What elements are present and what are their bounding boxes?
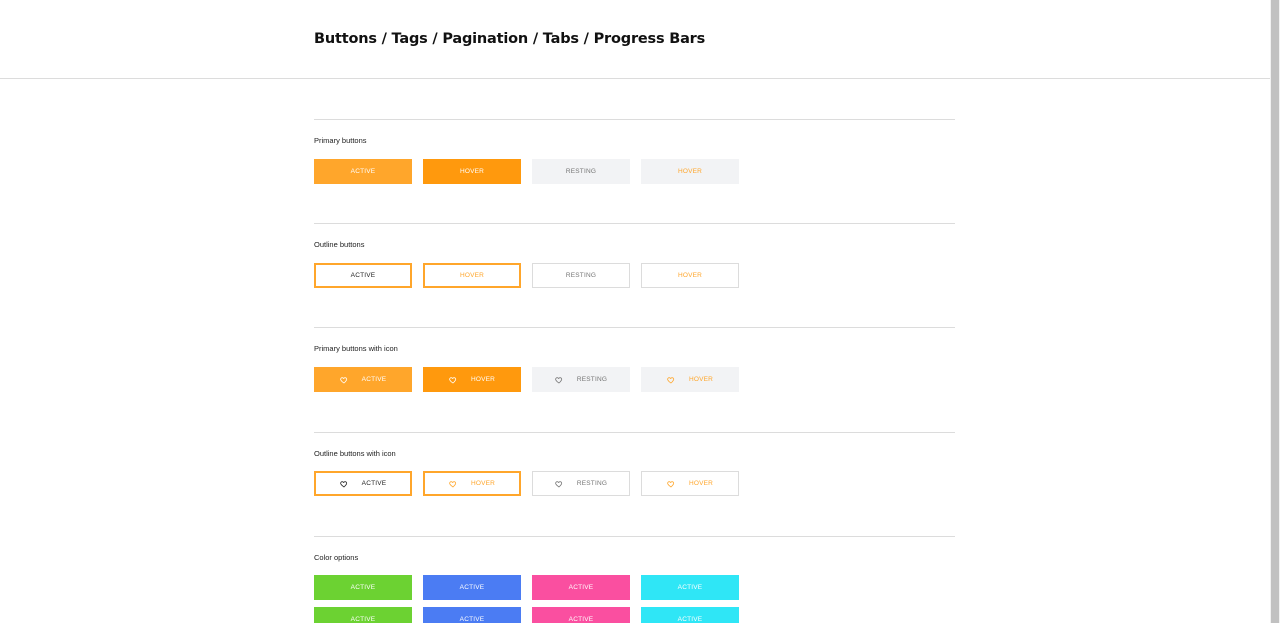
button-label: HOVER bbox=[688, 376, 714, 383]
divider bbox=[314, 223, 955, 224]
pink-active-button[interactable]: ACTIVE bbox=[532, 607, 630, 623]
pink-active-button[interactable]: ACTIVE bbox=[532, 575, 630, 600]
section-title: Outline buttons with icon bbox=[314, 449, 396, 458]
outline-active-button[interactable]: ACTIVE bbox=[314, 263, 412, 288]
primary-hover-button[interactable]: HOVER bbox=[423, 159, 521, 184]
primary-icon-resting-button[interactable]: RESTING bbox=[532, 367, 630, 392]
section-title: Outline buttons bbox=[314, 240, 365, 249]
blue-active-button[interactable]: ACTIVE bbox=[423, 607, 521, 623]
heart-icon bbox=[667, 376, 675, 384]
outline-icon-active-button[interactable]: ACTIVE bbox=[314, 471, 412, 496]
primary-hover-alt-button[interactable]: HOVER bbox=[641, 159, 739, 184]
heart-icon bbox=[667, 480, 675, 488]
scrollbar-thumb[interactable] bbox=[1271, 0, 1279, 623]
heart-icon bbox=[449, 376, 457, 384]
section-title: Color options bbox=[314, 553, 359, 562]
section-primary-icon-buttons: Primary buttons with icon ACTIVE HOVER R… bbox=[314, 327, 955, 407]
blue-active-button[interactable]: ACTIVE bbox=[423, 575, 521, 600]
button-label: ACTIVE bbox=[361, 480, 387, 487]
button-label: RESTING bbox=[576, 480, 608, 487]
outline-icon-hover-button[interactable]: HOVER bbox=[423, 471, 521, 496]
section-title: Primary buttons with icon bbox=[314, 344, 398, 353]
section-outline-buttons: Outline buttons ACTIVE HOVER RESTING HOV… bbox=[314, 223, 955, 303]
primary-icon-hover-button[interactable]: HOVER bbox=[423, 367, 521, 392]
primary-resting-button[interactable]: RESTING bbox=[532, 159, 630, 184]
cyan-active-button[interactable]: ACTIVE bbox=[641, 607, 739, 623]
outline-hover-button[interactable]: HOVER bbox=[423, 263, 521, 288]
divider bbox=[314, 119, 955, 120]
page-header: Buttons / Tags / Pagination / Tabs / Pro… bbox=[0, 0, 1270, 79]
button-label: HOVER bbox=[470, 376, 496, 383]
button-label: HOVER bbox=[470, 480, 496, 487]
button-label: HOVER bbox=[688, 480, 714, 487]
green-active-button[interactable]: ACTIVE bbox=[314, 575, 412, 600]
outline-icon-resting-button[interactable]: RESTING bbox=[532, 471, 630, 496]
divider bbox=[314, 432, 955, 433]
button-row: ACTIVE HOVER RESTING HOVER bbox=[314, 471, 955, 496]
heart-icon bbox=[449, 480, 457, 488]
primary-active-button[interactable]: ACTIVE bbox=[314, 159, 412, 184]
page: Buttons / Tags / Pagination / Tabs / Pro… bbox=[0, 0, 1280, 623]
divider bbox=[314, 536, 955, 537]
button-row: ACTIVE HOVER RESTING HOVER bbox=[314, 367, 955, 392]
button-row: ACTIVE ACTIVE ACTIVE ACTIVE bbox=[314, 607, 955, 623]
vertical-scrollbar[interactable] bbox=[1270, 0, 1280, 623]
button-row: ACTIVE HOVER RESTING HOVER bbox=[314, 263, 955, 288]
button-label: RESTING bbox=[576, 376, 608, 383]
outline-icon-hover-alt-button[interactable]: HOVER bbox=[641, 471, 739, 496]
section-primary-buttons: Primary buttons ACTIVE HOVER RESTING HOV… bbox=[314, 119, 955, 199]
heart-icon bbox=[339, 480, 348, 488]
section-color-options: Color options ACTIVE ACTIVE ACTIVE ACTIV… bbox=[314, 536, 955, 623]
cyan-active-button[interactable]: ACTIVE bbox=[641, 575, 739, 600]
primary-icon-active-button[interactable]: ACTIVE bbox=[314, 367, 412, 392]
button-row: ACTIVE HOVER RESTING HOVER bbox=[314, 159, 955, 184]
heart-icon bbox=[555, 376, 563, 384]
button-label: ACTIVE bbox=[361, 376, 387, 383]
page-title: Buttons / Tags / Pagination / Tabs / Pro… bbox=[314, 31, 706, 47]
outline-hover-alt-button[interactable]: HOVER bbox=[641, 263, 739, 288]
button-row: ACTIVE ACTIVE ACTIVE ACTIVE bbox=[314, 575, 955, 600]
divider bbox=[314, 327, 955, 328]
heart-icon bbox=[339, 376, 348, 384]
outline-resting-button[interactable]: RESTING bbox=[532, 263, 630, 288]
section-title: Primary buttons bbox=[314, 136, 367, 145]
heart-icon bbox=[555, 480, 563, 488]
green-active-button[interactable]: ACTIVE bbox=[314, 607, 412, 623]
primary-icon-hover-alt-button[interactable]: HOVER bbox=[641, 367, 739, 392]
section-outline-icon-buttons: Outline buttons with icon ACTIVE HOVER R… bbox=[314, 432, 955, 512]
